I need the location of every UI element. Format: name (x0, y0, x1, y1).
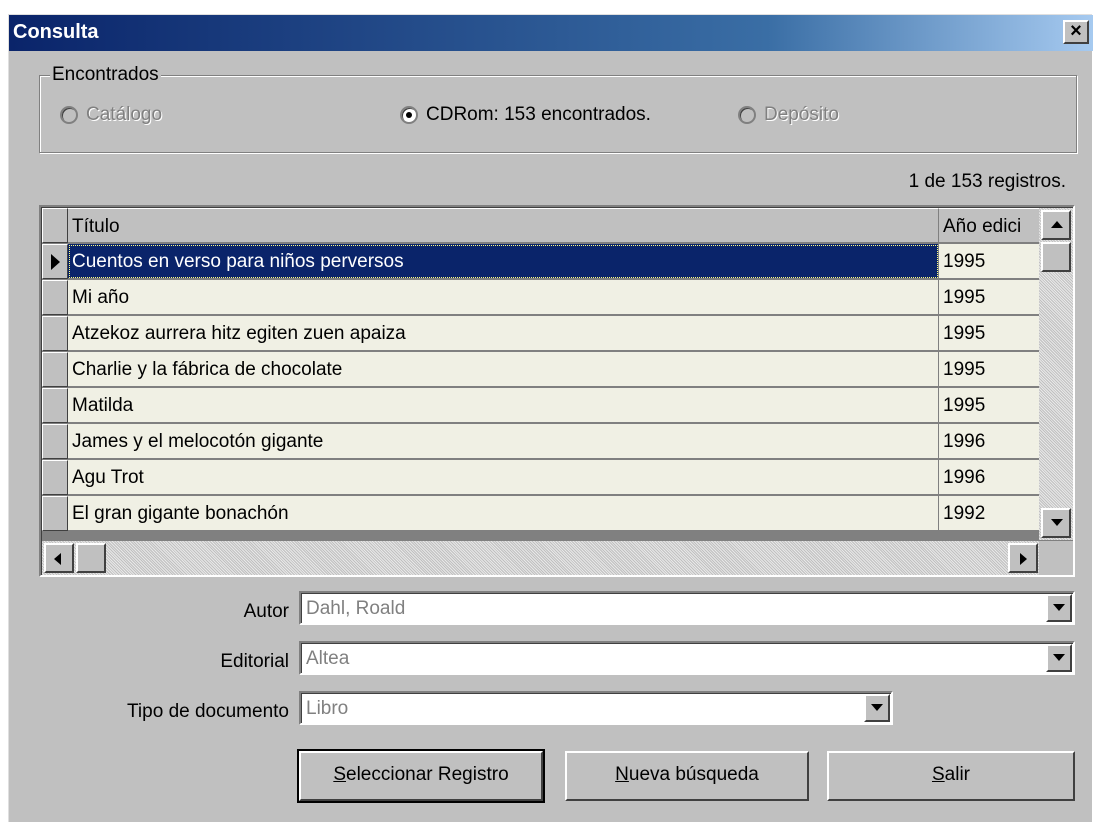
radio-catalogo: Catálogo (60, 104, 162, 126)
grid-header-row: Título Año edici (42, 208, 1042, 244)
table-row[interactable]: Matilda 1995 (42, 388, 1042, 424)
editorial-dropdown-button[interactable] (1046, 644, 1072, 672)
nueva-busqueda-button[interactable]: Nueva búsqueda (565, 751, 809, 801)
dropdown-arrow-icon (1053, 604, 1065, 611)
salir-button[interactable]: Salir (827, 751, 1075, 801)
header-corner (42, 208, 68, 243)
row-selector[interactable] (42, 424, 68, 459)
scroll-right-button[interactable] (1008, 543, 1038, 573)
seleccionar-registro-label: eleccionar Registro (346, 764, 509, 785)
radio-deposito-label: Depósito (764, 104, 839, 125)
cell-title[interactable]: Charlie y la fábrica de chocolate (68, 352, 939, 387)
close-icon: × (1070, 20, 1082, 42)
tipo-documento-label: Tipo de documento (127, 701, 289, 722)
scroll-right-icon (1020, 553, 1027, 565)
horizontal-scroll-thumb[interactable] (76, 543, 106, 573)
seleccionar-registro-mnemonic: S (333, 764, 347, 785)
found-groupbox: Encontrados Catálogo CDRom: 153 encontra… (39, 64, 1077, 153)
table-row[interactable]: Cuentos en verso para niños perversos 19… (42, 244, 1042, 280)
column-header-ano[interactable]: Año edici (939, 208, 1040, 243)
cell-title[interactable]: Agu Trot (68, 460, 939, 495)
salir-label: alir (944, 764, 971, 785)
cell-year[interactable]: 1995 (939, 280, 1040, 315)
editorial-label: Editorial (220, 651, 289, 672)
table-row[interactable]: El gran gigante bonachón 1992 (42, 496, 1042, 532)
radio-catalogo-circle (60, 106, 78, 124)
autor-combo[interactable]: Dahl, Roald (299, 591, 1075, 625)
vertical-scrollbar[interactable] (1039, 208, 1073, 540)
consulta-window: Consulta × Encontrados Catálogo CDRom: 1… (8, 14, 1093, 822)
cell-title[interactable]: Matilda (68, 388, 939, 423)
dropdown-arrow-icon (1053, 654, 1065, 661)
radio-cdrom-circle[interactable] (400, 106, 418, 124)
table-row[interactable]: Atzekoz aurrera hitz egiten zuen apaiza … (42, 316, 1042, 352)
row-selector[interactable] (42, 280, 68, 315)
scroll-down-icon (1051, 519, 1063, 526)
horizontal-scrollbar[interactable] (42, 541, 1040, 575)
nueva-busqueda-mnemonic: N (615, 764, 629, 785)
tipo-documento-value: Libro (306, 698, 349, 719)
row-selector[interactable] (42, 496, 68, 531)
tipo-documento-dropdown-button[interactable] (864, 694, 890, 722)
table-row[interactable]: Agu Trot 1996 (42, 460, 1042, 496)
cell-year[interactable]: 1996 (939, 424, 1040, 459)
window-title: Consulta (13, 21, 99, 43)
autor-value: Dahl, Roald (306, 598, 406, 619)
scrollbar-corner (1039, 541, 1073, 575)
cell-year[interactable]: 1995 (939, 388, 1040, 423)
table-row[interactable]: Mi año 1995 (42, 280, 1042, 316)
column-header-titulo[interactable]: Título (68, 208, 939, 243)
scroll-up-button[interactable] (1041, 210, 1071, 240)
cell-title[interactable]: Mi año (68, 280, 939, 315)
row-selector[interactable] (42, 460, 68, 495)
vertical-scroll-thumb[interactable] (1041, 242, 1071, 272)
radio-cdrom-label[interactable]: CDRom: 153 encontrados. (426, 104, 651, 126)
table-row[interactable]: Charlie y la fábrica de chocolate 1995 (42, 352, 1042, 388)
cell-title[interactable]: James y el melocotón gigante (68, 424, 939, 459)
scroll-down-button[interactable] (1041, 508, 1071, 538)
radio-deposito: Depósito (738, 104, 839, 126)
cell-title[interactable]: Atzekoz aurrera hitz egiten zuen apaiza (68, 316, 939, 351)
records-status: 1 de 153 registros. (908, 171, 1066, 192)
seleccionar-registro-button[interactable]: Seleccionar Registro (297, 749, 545, 803)
close-button[interactable]: × (1063, 20, 1089, 44)
radio-catalogo-label: Catálogo (86, 104, 163, 125)
radio-cdrom[interactable]: CDRom: 153 encontrados. (400, 104, 651, 126)
editorial-value: Altea (306, 648, 350, 669)
cell-year[interactable]: 1995 (939, 316, 1040, 351)
radio-deposito-circle (738, 106, 756, 124)
row-selector[interactable] (42, 388, 68, 423)
editorial-combo[interactable]: Altea (299, 641, 1075, 675)
title-bar[interactable]: Consulta × (9, 15, 1093, 51)
table-row[interactable]: James y el melocotón gigante 1996 (42, 424, 1042, 460)
scroll-left-button[interactable] (44, 543, 74, 573)
row-pointer-icon (51, 254, 60, 270)
dropdown-arrow-icon (871, 704, 883, 711)
row-selector[interactable] (42, 244, 68, 279)
row-selector[interactable] (42, 316, 68, 351)
cell-year[interactable]: 1992 (939, 496, 1040, 531)
scroll-up-icon (1051, 221, 1063, 228)
cell-year[interactable]: 1995 (939, 352, 1040, 387)
row-selector[interactable] (42, 352, 68, 387)
salir-mnemonic: S (931, 764, 945, 785)
cell-year[interactable]: 1995 (939, 244, 1040, 279)
results-grid[interactable]: Título Año edici Cuentos en verso para n… (39, 205, 1075, 577)
cell-title[interactable]: Cuentos en verso para niños perversos (68, 244, 939, 279)
nueva-busqueda-label: ueva búsqueda (628, 764, 759, 785)
cell-title[interactable]: El gran gigante bonachón (68, 496, 939, 531)
tipo-documento-combo[interactable]: Libro (299, 691, 893, 725)
autor-label: Autor (243, 601, 289, 622)
scroll-left-icon (54, 553, 61, 565)
found-group-legend: Encontrados (50, 64, 161, 86)
cell-year[interactable]: 1996 (939, 460, 1040, 495)
autor-dropdown-button[interactable] (1046, 594, 1072, 622)
